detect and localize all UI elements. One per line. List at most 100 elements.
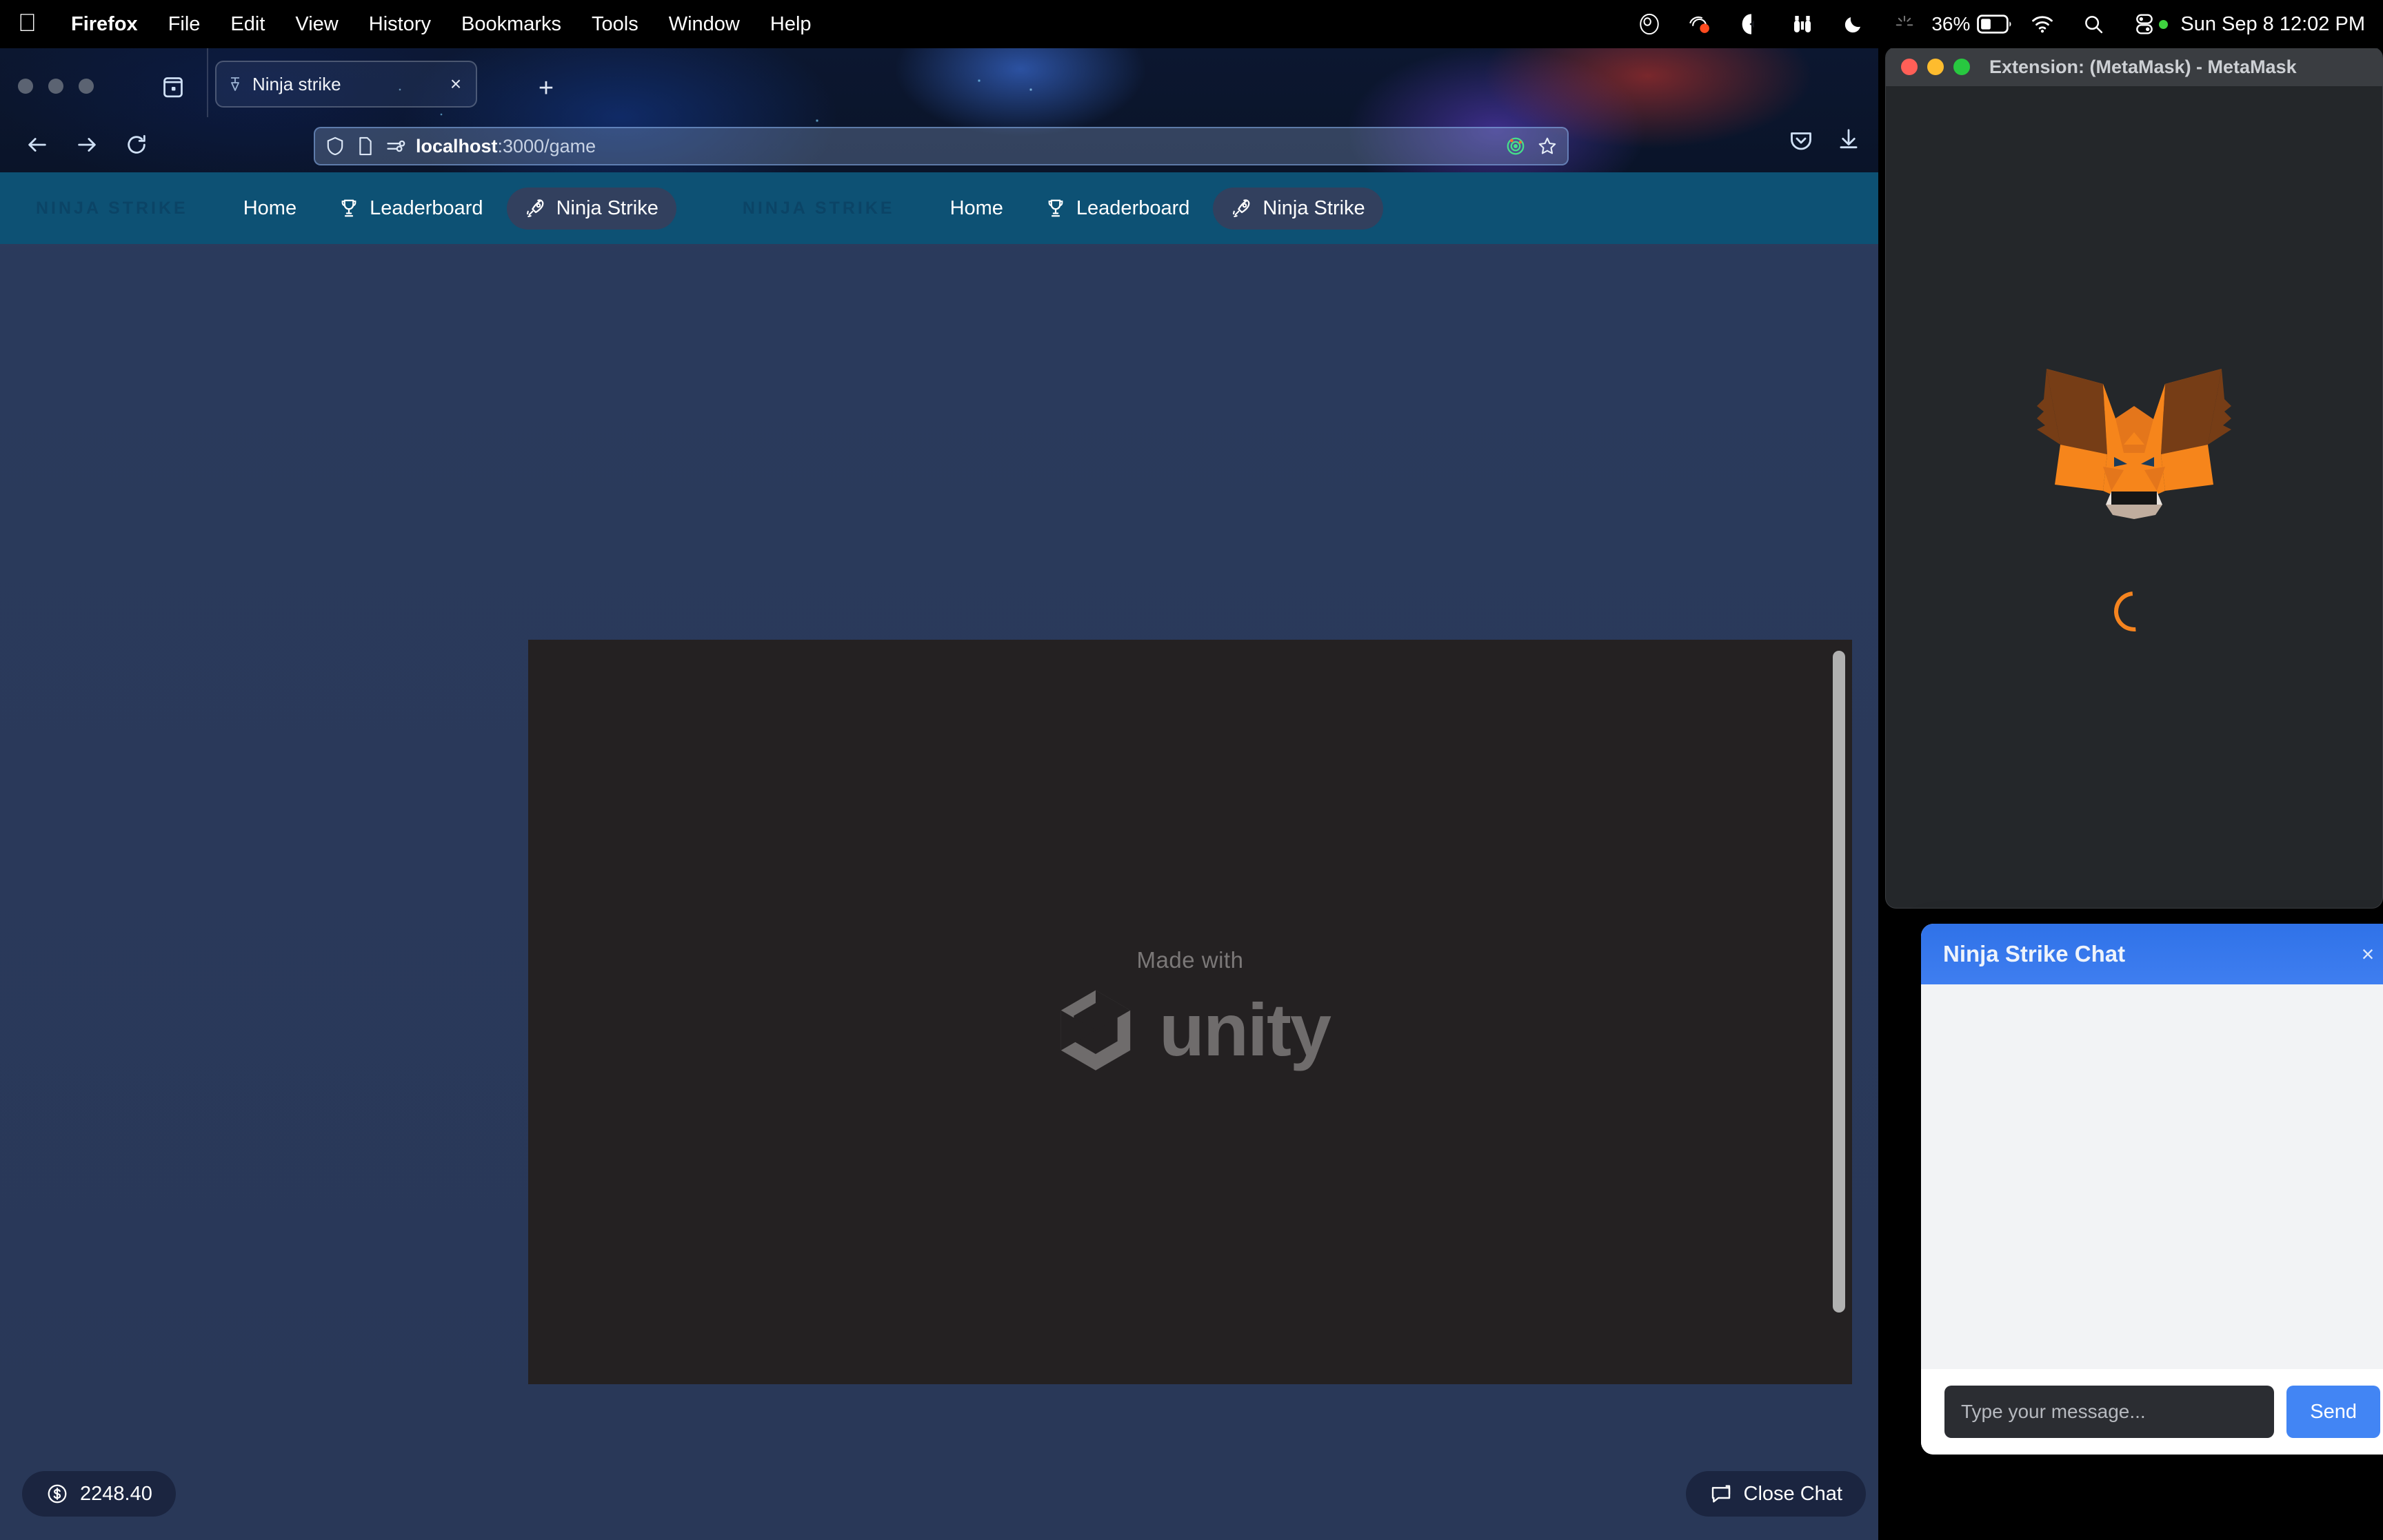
browser-chrome-right-actions (1789, 128, 1860, 156)
nav-item-leaderboard[interactable]: Leaderboard (320, 188, 501, 230)
shield-icon[interactable] (325, 136, 345, 156)
apple-logo-icon[interactable]:  (18, 10, 37, 35)
tab-close-icon[interactable]: × (445, 73, 466, 94)
chat-bubble-icon (1709, 1482, 1733, 1506)
nav2-item-ninja-strike[interactable]: Ninja Strike (1213, 187, 1383, 230)
metamask-maximize-button[interactable] (1953, 59, 1970, 75)
url-path: :3000/game (497, 135, 596, 156)
trophy-icon (1045, 197, 1067, 219)
reload-icon[interactable] (117, 125, 156, 164)
metamask-title-bar: Extension: (MetaMask) - MetaMask (1886, 48, 2382, 86)
url-text: localhost:3000/game (416, 136, 1496, 157)
menu-bookmarks[interactable]: Bookmarks (446, 13, 576, 36)
battery-percent-label: 36% (1931, 13, 1971, 34)
chat-send-button[interactable]: Send (2286, 1386, 2380, 1438)
primary-nav-links: Home Leaderboard Ninja Strike (225, 187, 676, 230)
search-icon[interactable] (2068, 14, 2119, 34)
rocket-icon (525, 197, 547, 219)
unity-made-with-label: Made with (1136, 946, 1244, 973)
pocket-save-icon[interactable] (1789, 128, 1813, 156)
chat-message-input[interactable] (1944, 1386, 2275, 1438)
nav-item-home[interactable]: Home (225, 188, 314, 230)
ninja-strike-chat-widget[interactable]: Ninja Strike Chat × Send (1921, 924, 2383, 1455)
metamask-window-title: Extension: (MetaMask) - MetaMask (1989, 56, 2297, 77)
page-info-icon[interactable] (355, 136, 376, 156)
menu-history[interactable]: History (354, 13, 446, 36)
menu-firefox[interactable]: Firefox (56, 13, 153, 36)
web-page-content: NINJA STRIKE Home Leaderboard Ninja Stri… (0, 172, 1878, 1540)
nav-home-label: Home (243, 196, 297, 219)
tracking-protection-icon[interactable] (1505, 136, 1526, 156)
trophy-icon (338, 197, 360, 219)
unity-game-container[interactable]: Made with unity (528, 640, 1852, 1384)
nav-leaderboard-label: Leaderboard (370, 196, 483, 219)
menu-bar-clock[interactable]: Sun Sep 8 12:02 PM (2180, 13, 2365, 36)
macos-menu-bar:  Firefox File Edit View History Bookmar… (0, 0, 2383, 48)
metamask-minimize-button[interactable] (1927, 59, 1944, 75)
metamask-close-button[interactable] (1901, 59, 1918, 75)
menu-help[interactable]: Help (755, 13, 827, 36)
score-value: 2248.40 (80, 1482, 152, 1505)
unity-logo: unity (1050, 983, 1331, 1077)
unity-wordmark: unity (1159, 988, 1331, 1071)
nav2-home-label: Home (949, 196, 1003, 219)
metamask-loading-body (1886, 86, 2382, 908)
chat-header: Ninja Strike Chat × (1921, 924, 2383, 984)
browser-tab-ninja-strike[interactable]: Ninja strike × (215, 61, 477, 108)
notification-badge-icon[interactable] (1675, 12, 1726, 36)
tab-favicon-icon (226, 75, 244, 93)
window-minimize-button[interactable] (48, 79, 63, 94)
close-chat-button[interactable]: Close Chat (1685, 1471, 1866, 1517)
moon-icon[interactable] (1828, 14, 1879, 34)
nav2-ninja-strike-label: Ninja Strike (1263, 196, 1365, 219)
permissions-icon[interactable] (385, 136, 406, 156)
browser-navigation-bar: localhost:3000/game (0, 117, 1878, 172)
new-tab-button[interactable]: + (531, 73, 561, 103)
sidebar-toggle-icon[interactable] (157, 71, 189, 103)
obs-icon[interactable] (1624, 12, 1675, 36)
url-address-bar[interactable]: localhost:3000/game (314, 127, 1569, 165)
site-logo-wordmark-secondary[interactable]: NINJA STRIKE (676, 199, 895, 219)
menu-tools[interactable]: Tools (576, 13, 654, 36)
chat-input-row: Send (1921, 1369, 2383, 1455)
chat-close-icon[interactable]: × (2354, 940, 2382, 968)
close-chat-label: Close Chat (1743, 1482, 1842, 1505)
secondary-nav-links: Home Leaderboard Ninja Strike (932, 187, 1383, 230)
recording-indicator-dot (2159, 19, 2169, 29)
downloads-icon[interactable] (1837, 128, 1860, 156)
binoculars-icon[interactable] (1777, 13, 1828, 35)
window-maximize-button[interactable] (79, 79, 94, 94)
unity-canvas[interactable]: Made with unity (528, 640, 1852, 1384)
nav-item-ninja-strike[interactable]: Ninja Strike (506, 187, 676, 230)
nav2-item-leaderboard[interactable]: Leaderboard (1027, 188, 1207, 230)
rocket-icon (1231, 197, 1253, 219)
tab-title: Ninja strike (252, 73, 341, 94)
forward-icon[interactable] (68, 125, 106, 164)
site-logo-wordmark[interactable]: NINJA STRIKE (0, 199, 188, 219)
window-close-button[interactable] (18, 79, 33, 94)
chat-message-list (1921, 984, 2383, 1369)
metamask-extension-window[interactable]: Extension: (MetaMask) - MetaMask (1885, 47, 2383, 909)
game-scrollbar[interactable] (1833, 651, 1845, 1313)
menu-file[interactable]: File (153, 13, 216, 36)
tab-strip-divider (207, 48, 208, 117)
site-navigation-bar: NINJA STRIKE Home Leaderboard Ninja Stri… (0, 172, 1878, 244)
battery-indicator[interactable]: 36% (1931, 13, 2013, 35)
nav2-item-home[interactable]: Home (932, 188, 1021, 230)
menu-view[interactable]: View (280, 13, 353, 36)
metamask-loading-spinner (2106, 582, 2162, 640)
nav-ninja-strike-label: Ninja Strike (556, 196, 658, 219)
wifi-icon[interactable] (2017, 14, 2068, 34)
chat-title: Ninja Strike Chat (1943, 941, 2126, 966)
firefox-window: Ninja strike × + localhost:3000/game NIN… (0, 48, 1878, 1540)
tab-strip: Ninja strike × + (0, 48, 1878, 117)
location-arrow-icon[interactable] (1726, 13, 1777, 35)
unity-cube-icon (1050, 983, 1141, 1077)
back-icon[interactable] (18, 125, 57, 164)
menu-edit[interactable]: Edit (215, 13, 280, 36)
brightness-icon[interactable] (1879, 14, 1930, 34)
coin-dollar-icon (46, 1482, 69, 1506)
menu-window[interactable]: Window (654, 13, 755, 36)
url-host: localhost (416, 135, 498, 156)
bookmark-star-icon[interactable] (1537, 136, 1558, 156)
